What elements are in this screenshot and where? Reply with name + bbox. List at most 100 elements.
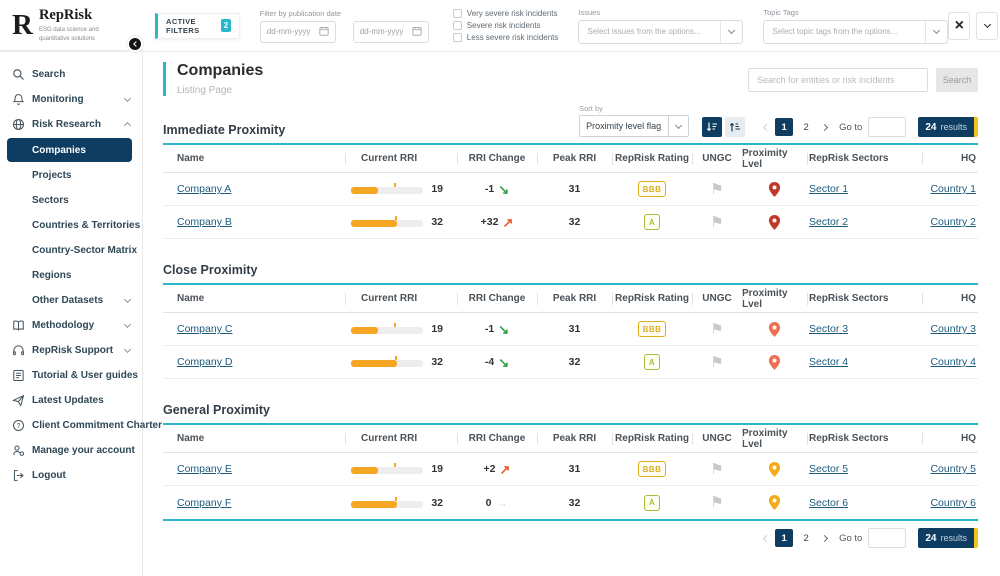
sidebar-item-tutorial-user-guides[interactable]: Tutorial & User guides — [0, 363, 142, 388]
sidebar-item-search[interactable]: Search — [0, 62, 142, 87]
next-page-button[interactable] — [817, 536, 831, 541]
sector-link[interactable]: Sector 5 — [809, 463, 848, 475]
sidebar-item-sectors[interactable]: Sectors — [0, 188, 142, 213]
sort-descending-button[interactable] — [702, 117, 722, 137]
calendar-icon — [412, 23, 422, 41]
sidebar-item-label: Manage your account — [32, 445, 135, 456]
rri-change-value: 0 — [486, 497, 492, 509]
page-button-2[interactable]: 2 — [797, 529, 815, 547]
rri-bar-fill — [351, 187, 378, 194]
company-link[interactable]: Company A — [177, 183, 231, 195]
prev-page-button[interactable] — [759, 536, 773, 541]
chevron-down-icon — [124, 296, 131, 303]
page-button-1[interactable]: 1 — [775, 529, 793, 547]
hq-link[interactable]: Country 1 — [930, 183, 976, 195]
sort-by-select[interactable]: Proximity level flag — [579, 115, 689, 137]
sidebar-item-regions[interactable]: Regions — [0, 263, 142, 288]
sidebar-collapse-toggle[interactable] — [127, 36, 143, 52]
sidebar-item-client-commitment-charter[interactable]: ?Client Commitment Charter — [0, 413, 142, 438]
hq-link[interactable]: Country 2 — [930, 216, 976, 228]
page-button-2[interactable]: 2 — [797, 118, 815, 136]
company-link[interactable]: Company E — [177, 463, 232, 475]
reprisk-rating-badge: A — [644, 495, 660, 511]
sidebar-item-logout[interactable]: Logout — [0, 463, 142, 488]
peak-rri-value: 31 — [569, 463, 581, 475]
sort-ascending-button[interactable] — [725, 117, 745, 137]
sidebar-item-methodology[interactable]: Methodology — [0, 313, 142, 338]
company-link[interactable]: Company D — [177, 356, 232, 368]
checkbox-label: Less severe risk incidents — [467, 33, 559, 42]
chevron-down-icon — [668, 116, 688, 136]
sector-link[interactable]: Sector 3 — [809, 323, 848, 335]
date-to-input[interactable] — [353, 21, 429, 43]
issues-label: Issues — [578, 8, 743, 17]
trend-arrow-icon: ↗ — [502, 216, 513, 229]
topic-tags-select[interactable]: Select topic tags from the options... — [763, 20, 948, 44]
sector-link[interactable]: Sector 6 — [809, 497, 848, 509]
sidebar-item-companies[interactable]: Companies — [7, 138, 132, 162]
entity-search: Search — [748, 68, 978, 92]
entity-search-input[interactable] — [748, 68, 928, 92]
checkbox-icon[interactable] — [453, 9, 462, 18]
checkbox-less-severe[interactable]: Less severe risk incidents — [453, 33, 559, 42]
checkbox-icon[interactable] — [453, 21, 462, 30]
rri-bar — [351, 323, 423, 335]
chevron-left-icon — [763, 534, 770, 541]
sidebar-item-risk-research[interactable]: Risk Research — [0, 112, 142, 137]
sector-link[interactable]: Sector 1 — [809, 183, 848, 195]
checkbox-icon[interactable] — [453, 33, 462, 42]
chevron-down-icon[interactable] — [925, 21, 947, 43]
sidebar-item-country-sector-matrix[interactable]: Country-Sector Matrix — [0, 238, 142, 263]
checkbox-severe[interactable]: Severe risk incidents — [453, 21, 559, 30]
reprisk-rating-badge: BBB — [638, 181, 667, 197]
hq-link[interactable]: Country 5 — [930, 463, 976, 475]
next-page-button[interactable] — [817, 125, 831, 130]
rri-bar-fill — [351, 327, 378, 334]
chevron-down-icon[interactable] — [720, 21, 742, 43]
company-link[interactable]: Company C — [177, 323, 232, 335]
company-link[interactable]: Company B — [177, 216, 232, 228]
clear-filters-button[interactable]: × — [948, 12, 970, 40]
table-row: Company E 19 +2 ↗ 31 BBB ⚑ Sector 5 Coun… — [163, 453, 978, 486]
hq-link[interactable]: Country 4 — [930, 356, 976, 368]
topic-tags-placeholder: Select topic tags from the options... — [764, 27, 925, 36]
rri-bar — [351, 356, 423, 368]
publication-date-filter: Filter by publication date — [260, 9, 429, 43]
sidebar-item-monitoring[interactable]: Monitoring — [0, 87, 142, 112]
bell-icon — [12, 93, 25, 106]
issues-select[interactable]: Select issues from the options... — [578, 20, 743, 44]
company-link[interactable]: Company F — [177, 497, 231, 509]
sector-link[interactable]: Sector 4 — [809, 356, 848, 368]
go-to-input[interactable] — [868, 528, 906, 548]
column-header-proximity-level: Proximity Lvel — [742, 425, 807, 452]
sidebar-item-other-datasets[interactable]: Other Datasets — [0, 288, 142, 313]
sidebar-item-manage-your-account[interactable]: Manage your account — [0, 438, 142, 463]
reprisk-rating-badge: A — [644, 354, 660, 370]
peak-rri-value: 31 — [569, 323, 581, 335]
sidebar-item-countries-territories[interactable]: Countries & Territories — [0, 213, 142, 238]
prev-page-button[interactable] — [759, 125, 773, 130]
date-from-field[interactable] — [267, 27, 319, 36]
search-button[interactable]: Search — [936, 68, 978, 92]
rri-bar-fill — [351, 360, 397, 367]
trend-arrow-icon: ↘ — [498, 323, 509, 336]
sidebar-item-latest-updates[interactable]: Latest Updates — [0, 388, 142, 413]
date-to-field[interactable] — [360, 27, 412, 36]
hq-link[interactable]: Country 6 — [930, 497, 976, 509]
go-to-input[interactable] — [868, 117, 906, 137]
column-header-peak-rri: Peak RRI — [537, 145, 612, 172]
sidebar-item-reprisk-support[interactable]: RepRisk Support — [0, 338, 142, 363]
date-from-input[interactable] — [260, 21, 336, 43]
collapse-filterbar-button[interactable] — [976, 12, 998, 40]
sector-link[interactable]: Sector 2 — [809, 216, 848, 228]
hq-link[interactable]: Country 3 — [930, 323, 976, 335]
column-header-ungc: UNGC — [692, 425, 742, 452]
checkbox-very-severe[interactable]: Very severe risk incidents — [453, 9, 559, 18]
results-label: results — [940, 122, 967, 132]
sidebar-item-label: Projects — [32, 170, 71, 181]
search-icon — [12, 68, 25, 81]
page-button-1[interactable]: 1 — [775, 118, 793, 136]
table-row: Company A 19 -1 ↘ 31 BBB ⚑ Sector 1 Coun… — [163, 173, 978, 206]
table-body: Company E 19 +2 ↗ 31 BBB ⚑ Sector 5 Coun… — [163, 453, 978, 521]
sidebar-item-projects[interactable]: Projects — [0, 163, 142, 188]
